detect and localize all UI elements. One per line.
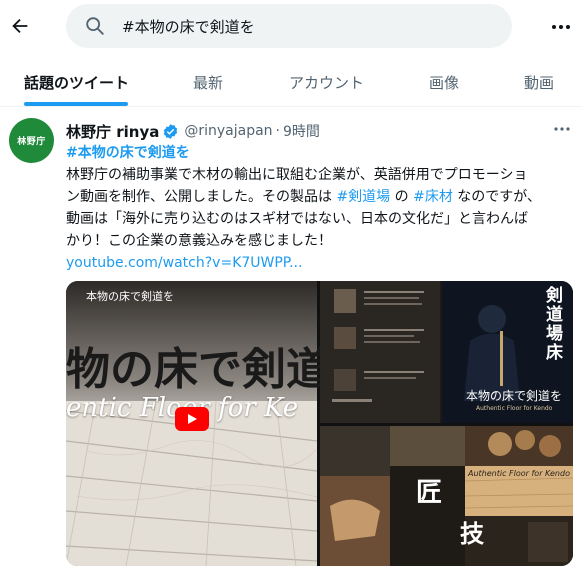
- more-icon: [552, 25, 570, 29]
- separator-dot: ·: [275, 123, 280, 139]
- display-name[interactable]: 林野庁 rinya: [66, 121, 159, 142]
- brochure-graphic: [320, 426, 573, 566]
- handle[interactable]: @rinyajapan: [184, 123, 272, 139]
- brochure-kanji-takumi: 匠: [416, 478, 443, 508]
- tab-videos[interactable]: 動画: [524, 57, 554, 107]
- poster-caption-en: Authentic Floor for Kendo: [476, 405, 553, 412]
- play-icon: [188, 414, 197, 424]
- search-tabs: 話題のツイート 最新 アカウント 画像 動画: [0, 57, 582, 107]
- video-calligraphy: 物の床で剣道: [66, 344, 330, 395]
- tweet-line-2-end: なのですが、: [457, 189, 542, 205]
- hashtag-yukazai[interactable]: #床材: [413, 189, 453, 205]
- hashtag-kendojo[interactable]: #剣道場: [336, 189, 390, 205]
- tweet-line-3: 動画は「海外に売り込むのはスギ材ではない、日本の文化だ」と言わんば: [66, 211, 528, 227]
- search-query: #本物の床で剣道を: [122, 18, 255, 36]
- tweet-line-1: 林野庁の補助事業で木材の輸出に取組む企業が、英語併用でプロモーショ: [66, 167, 528, 183]
- tab-photos[interactable]: 画像: [429, 57, 459, 107]
- tab-top[interactable]: 話題のツイート: [24, 57, 129, 107]
- avatar-logo: 林野庁: [17, 137, 46, 147]
- tweet-more-button[interactable]: [549, 119, 575, 139]
- top-bar: #本物の床で剣道を: [0, 0, 582, 54]
- tab-latest[interactable]: 最新: [193, 57, 223, 107]
- poster-caption: 本物の床で剣道を: [466, 389, 563, 403]
- brochure-title-en: Authentic Floor for Kendo: [468, 469, 570, 478]
- tweet-header: 林野庁 rinya @rinyajapan · 9時間: [66, 121, 320, 141]
- tweet-line-4: かり！この企業の意義込みを感じました！: [66, 233, 332, 249]
- video-title: 本物の床で剣道を: [86, 290, 174, 303]
- tweet-line-2-start: ン動画を制作、公開しました。その製品は: [66, 189, 332, 205]
- tab-people[interactable]: アカウント: [289, 57, 364, 107]
- verified-badge-icon: [164, 123, 178, 139]
- more-options-button[interactable]: [546, 12, 576, 42]
- brochure-kanji-waza: 技: [460, 519, 484, 548]
- media-grid: 本物の床で剣道を 物の床で剣道 entic Floor for Ke 剣道場床 …: [66, 281, 573, 566]
- hashtag-title[interactable]: #本物の床で剣道を: [66, 142, 572, 164]
- search-icon: [86, 17, 104, 35]
- video-thumbnail[interactable]: 本物の床で剣道を 物の床で剣道 entic Floor for Ke: [66, 281, 330, 566]
- tweet-text: #本物の床で剣道を 林野庁の補助事業で木材の輸出に取組む企業が、英語併用でプロモ…: [66, 142, 572, 274]
- timestamp[interactable]: 9時間: [283, 121, 320, 141]
- play-button[interactable]: [175, 407, 209, 431]
- avatar[interactable]: 林野庁: [9, 118, 54, 163]
- brochure-image[interactable]: 匠 技 Authentic Floor for Kendo: [320, 426, 573, 566]
- poster-vertical-title: 剣道場床: [546, 286, 563, 363]
- tweet-line-2: ン動画を制作、公開しました。その製品は #剣道場 の #床材 なのですが、: [66, 186, 572, 208]
- tweet-line-2-mid: の: [394, 189, 409, 205]
- arrow-left-icon: [12, 18, 28, 34]
- poster-image[interactable]: 剣道場床 本物の床で剣道を Authentic Floor for Kendo: [320, 281, 573, 423]
- youtube-link[interactable]: youtube.com/watch?v=K7UWPP...: [66, 252, 572, 274]
- back-button[interactable]: [3, 9, 37, 43]
- tweet[interactable]: 林野庁 林野庁 rinya @rinyajapan · 9時間 #本物の床で剣道…: [0, 107, 582, 576]
- active-tab-indicator: [24, 102, 128, 106]
- search-input[interactable]: #本物の床で剣道を: [66, 4, 512, 48]
- more-icon: [554, 127, 570, 131]
